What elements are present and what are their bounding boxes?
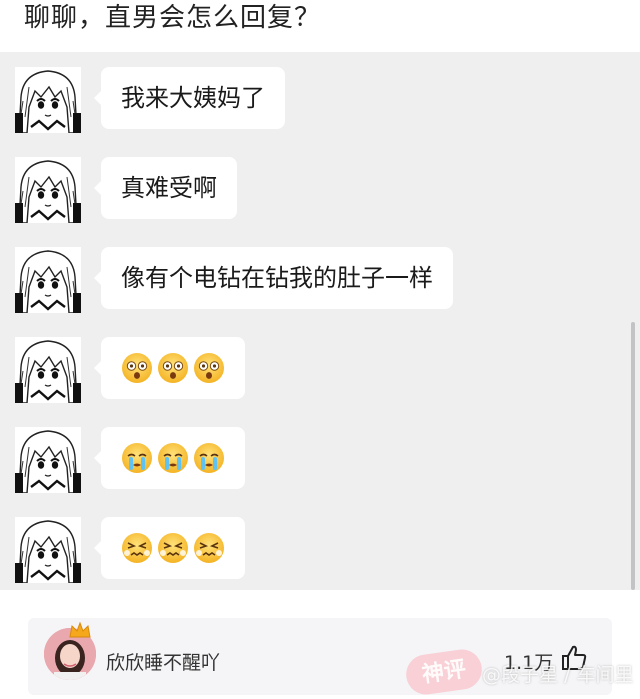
avatar[interactable] <box>15 157 81 223</box>
crying-face-icon <box>121 442 153 474</box>
dizzy-face-icon <box>157 352 189 384</box>
like-count: 1.1万 <box>504 652 554 674</box>
commenter-name[interactable]: 欣欣睡不醒吖 <box>106 648 220 675</box>
crying-face-icon <box>157 442 189 474</box>
avatar[interactable] <box>15 517 81 583</box>
page-title: 聊聊，直男会怎么回复？ <box>24 3 322 33</box>
dizzy-face-icon <box>193 352 225 384</box>
thumbs-up-icon[interactable] <box>560 644 588 672</box>
avatar[interactable] <box>15 247 81 313</box>
avatar[interactable] <box>15 337 81 403</box>
emoji-message-bubble[interactable] <box>94 517 245 579</box>
crown-icon <box>69 622 91 638</box>
manga-girl-avatar-icon <box>15 247 81 313</box>
manga-girl-avatar-icon <box>15 67 81 133</box>
avatar[interactable] <box>15 67 81 133</box>
comment-card[interactable]: 欣欣睡不醒吖 1.1万 <box>28 618 612 695</box>
scrollbar[interactable] <box>631 322 635 590</box>
manga-girl-avatar-icon <box>15 337 81 403</box>
confounded-face-icon <box>193 532 225 564</box>
message-bubble[interactable]: 像有个电钻在钻我的肚子一样 <box>94 247 453 309</box>
message-bubble[interactable]: 我来大姨妈了 <box>94 67 285 129</box>
manga-girl-avatar-icon <box>15 517 81 583</box>
confounded-face-icon <box>157 532 189 564</box>
confounded-face-icon <box>121 532 153 564</box>
dizzy-face-icon <box>121 352 153 384</box>
crying-face-icon <box>193 442 225 474</box>
avatar[interactable] <box>15 427 81 493</box>
emoji-message-bubble[interactable] <box>94 337 245 399</box>
chat-area[interactable]: 我来大姨妈了 真难受啊 像有个电钻在钻我的肚子一样 <box>0 52 640 590</box>
manga-girl-avatar-icon <box>15 157 81 223</box>
emoji-message-bubble[interactable] <box>94 427 245 489</box>
manga-girl-avatar-icon <box>15 427 81 493</box>
message-bubble[interactable]: 真难受啊 <box>94 157 237 219</box>
